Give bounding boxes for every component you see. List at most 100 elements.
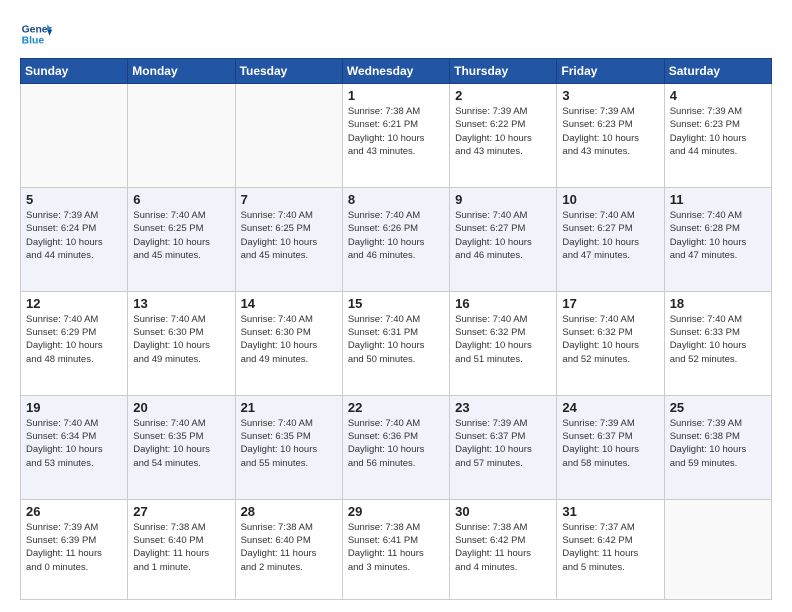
day-number: 22 [348,400,444,415]
calendar-cell: 11Sunrise: 7:40 AMSunset: 6:28 PMDayligh… [664,187,771,291]
day-info: Sunrise: 7:39 AMSunset: 6:23 PMDaylight:… [562,105,658,158]
day-number: 17 [562,296,658,311]
calendar-cell [128,84,235,188]
day-number: 2 [455,88,551,103]
weekday-header-row: SundayMondayTuesdayWednesdayThursdayFrid… [21,59,772,84]
day-number: 27 [133,504,229,519]
day-number: 21 [241,400,337,415]
calendar-cell: 1 Sunrise: 7:38 AMSunset: 6:21 PMDaylight… [342,84,449,188]
calendar-cell: 2 Sunrise: 7:39 AMSunset: 6:22 PMDaylight… [450,84,557,188]
calendar-cell: 14 Sunrise: 7:40 AMSunset: 6:30 PMDayligh… [235,291,342,395]
day-info: Sunrise: 7:38 AMSunset: 6:40 PMDaylight:… [241,521,337,574]
calendar-cell: 9 Sunrise: 7:40 AMSunset: 6:27 PMDaylight… [450,187,557,291]
calendar-cell: 10 Sunrise: 7:40 AMSunset: 6:27 PMDayligh… [557,187,664,291]
calendar-week-row: 1 Sunrise: 7:38 AMSunset: 6:21 PMDaylight… [21,84,772,188]
day-info: Sunrise: 7:40 AMSunset: 6:28 PMDaylight:… [670,209,766,262]
day-number: 8 [348,192,444,207]
weekday-header-tuesday: Tuesday [235,59,342,84]
day-number: 25 [670,400,766,415]
weekday-header-wednesday: Wednesday [342,59,449,84]
day-info: Sunrise: 7:40 AMSunset: 6:27 PMDaylight:… [562,209,658,262]
calendar-cell: 17 Sunrise: 7:40 AMSunset: 6:32 PMDayligh… [557,291,664,395]
day-info: Sunrise: 7:40 AMSunset: 6:32 PMDaylight:… [455,313,551,366]
day-number: 6 [133,192,229,207]
day-number: 19 [26,400,122,415]
calendar-cell: 7Sunrise: 7:40 AMSunset: 6:25 PMDaylight… [235,187,342,291]
calendar-cell: 6 Sunrise: 7:40 AMSunset: 6:25 PMDaylight… [128,187,235,291]
day-info: Sunrise: 7:38 AMSunset: 6:40 PMDaylight:… [133,521,229,574]
day-info: Sunrise: 7:39 AMSunset: 6:24 PMDaylight:… [26,209,122,262]
day-info: Sunrise: 7:40 AMSunset: 6:29 PMDaylight:… [26,313,122,366]
calendar-cell: 8 Sunrise: 7:40 AMSunset: 6:26 PMDaylight… [342,187,449,291]
day-number: 9 [455,192,551,207]
calendar-week-row: 19 Sunrise: 7:40 AMSunset: 6:34 PMDayligh… [21,395,772,499]
day-info: Sunrise: 7:40 AMSunset: 6:35 PMDaylight:… [241,417,337,470]
calendar-cell: 22 Sunrise: 7:40 AMSunset: 6:36 PMDayligh… [342,395,449,499]
day-info: Sunrise: 7:37 AMSunset: 6:42 PMDaylight:… [562,521,658,574]
calendar-cell: 31 Sunrise: 7:37 AMSunset: 6:42 PMDayligh… [557,499,664,599]
day-number: 10 [562,192,658,207]
day-number: 15 [348,296,444,311]
calendar-cell: 30 Sunrise: 7:38 AMSunset: 6:42 PMDayligh… [450,499,557,599]
day-info: Sunrise: 7:40 AMSunset: 6:32 PMDaylight:… [562,313,658,366]
day-info: Sunrise: 7:39 AMSunset: 6:37 PMDaylight:… [562,417,658,470]
day-number: 3 [562,88,658,103]
day-number: 20 [133,400,229,415]
calendar-week-row: 5 Sunrise: 7:39 AMSunset: 6:24 PMDaylight… [21,187,772,291]
day-info: Sunrise: 7:40 AMSunset: 6:26 PMDaylight:… [348,209,444,262]
calendar-cell: 29 Sunrise: 7:38 AMSunset: 6:41 PMDayligh… [342,499,449,599]
day-number: 28 [241,504,337,519]
day-number: 24 [562,400,658,415]
day-number: 1 [348,88,444,103]
weekday-header-friday: Friday [557,59,664,84]
day-info: Sunrise: 7:40 AMSunset: 6:25 PMDaylight:… [241,209,337,262]
day-number: 18 [670,296,766,311]
day-number: 5 [26,192,122,207]
day-info: Sunrise: 7:38 AMSunset: 6:42 PMDaylight:… [455,521,551,574]
weekday-header-sunday: Sunday [21,59,128,84]
day-number: 30 [455,504,551,519]
calendar-cell: 20 Sunrise: 7:40 AMSunset: 6:35 PMDayligh… [128,395,235,499]
day-info: Sunrise: 7:39 AMSunset: 6:38 PMDaylight:… [670,417,766,470]
weekday-header-monday: Monday [128,59,235,84]
calendar-cell [664,499,771,599]
logo: General Blue [20,18,52,50]
day-number: 31 [562,504,658,519]
day-info: Sunrise: 7:40 AMSunset: 6:35 PMDaylight:… [133,417,229,470]
day-info: Sunrise: 7:39 AMSunset: 6:23 PMDaylight:… [670,105,766,158]
calendar-cell: 5 Sunrise: 7:39 AMSunset: 6:24 PMDaylight… [21,187,128,291]
calendar-cell [235,84,342,188]
day-info: Sunrise: 7:40 AMSunset: 6:36 PMDaylight:… [348,417,444,470]
day-info: Sunrise: 7:38 AMSunset: 6:21 PMDaylight:… [348,105,444,158]
day-number: 26 [26,504,122,519]
calendar-cell: 27 Sunrise: 7:38 AMSunset: 6:40 PMDayligh… [128,499,235,599]
day-info: Sunrise: 7:40 AMSunset: 6:34 PMDaylight:… [26,417,122,470]
calendar-cell: 16 Sunrise: 7:40 AMSunset: 6:32 PMDayligh… [450,291,557,395]
day-info: Sunrise: 7:39 AMSunset: 6:22 PMDaylight:… [455,105,551,158]
day-info: Sunrise: 7:39 AMSunset: 6:37 PMDaylight:… [455,417,551,470]
logo-icon: General Blue [20,18,52,50]
day-number: 16 [455,296,551,311]
day-number: 23 [455,400,551,415]
calendar-cell: 28 Sunrise: 7:38 AMSunset: 6:40 PMDayligh… [235,499,342,599]
calendar-cell: 26 Sunrise: 7:39 AMSunset: 6:39 PMDayligh… [21,499,128,599]
calendar-cell: 23 Sunrise: 7:39 AMSunset: 6:37 PMDayligh… [450,395,557,499]
calendar-week-row: 26 Sunrise: 7:39 AMSunset: 6:39 PMDayligh… [21,499,772,599]
weekday-header-thursday: Thursday [450,59,557,84]
day-info: Sunrise: 7:40 AMSunset: 6:25 PMDaylight:… [133,209,229,262]
day-info: Sunrise: 7:40 AMSunset: 6:31 PMDaylight:… [348,313,444,366]
day-number: 14 [241,296,337,311]
calendar-table: SundayMondayTuesdayWednesdayThursdayFrid… [20,58,772,600]
day-info: Sunrise: 7:40 AMSunset: 6:33 PMDaylight:… [670,313,766,366]
calendar-cell [21,84,128,188]
calendar-cell: 4Sunrise: 7:39 AMSunset: 6:23 PMDaylight… [664,84,771,188]
day-info: Sunrise: 7:40 AMSunset: 6:30 PMDaylight:… [241,313,337,366]
calendar-header: General Blue [20,18,772,50]
svg-text:Blue: Blue [22,36,45,47]
calendar-cell: 18 Sunrise: 7:40 AMSunset: 6:33 PMDayligh… [664,291,771,395]
calendar-cell: 3 Sunrise: 7:39 AMSunset: 6:23 PMDaylight… [557,84,664,188]
day-number: 29 [348,504,444,519]
day-info: Sunrise: 7:39 AMSunset: 6:39 PMDaylight:… [26,521,122,574]
day-info: Sunrise: 7:40 AMSunset: 6:27 PMDaylight:… [455,209,551,262]
day-info: Sunrise: 7:38 AMSunset: 6:41 PMDaylight:… [348,521,444,574]
